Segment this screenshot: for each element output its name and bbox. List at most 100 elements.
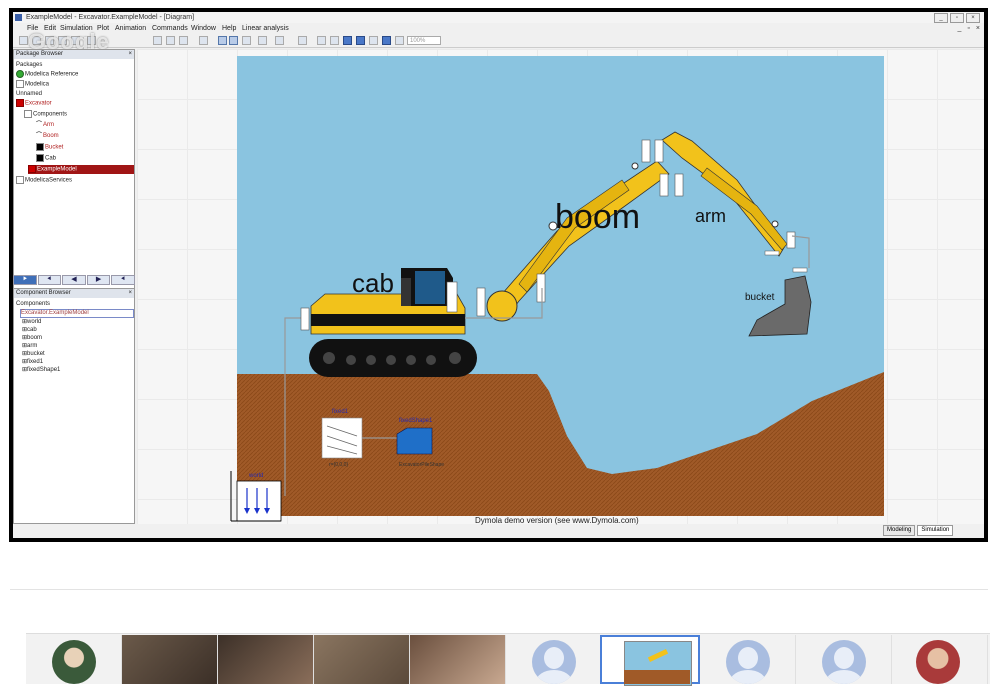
component-item-fixed1[interactable]: ⊞fixed1 [22,358,43,366]
cab-icon [36,154,44,162]
component-browser: Component Browser × Components Excavator… [13,288,135,524]
component-label: bucket [27,351,45,357]
tree-item-modelica-reference[interactable]: Modelica Reference [16,70,78,79]
component-label: world [27,319,42,325]
cab-label: cab [352,268,394,298]
menu-animation[interactable]: Animation [115,23,146,34]
component-item-world[interactable]: ⊞world [22,318,41,326]
menu-help[interactable]: Help [222,23,236,34]
menu-linear-analysis[interactable]: Linear analysis [242,23,289,34]
participant-video-3[interactable] [218,635,314,684]
menu-bar: File Edit Simulation Plot Animation Comm… [13,23,984,34]
tree-item-label: Modelica [25,81,50,88]
tree-item-label: ExampleModel [37,166,77,173]
title-bar: ExampleModel - Excavator.ExampleModel - … [13,12,984,23]
close-button[interactable]: × [966,13,980,23]
component-label: arm [27,343,38,349]
tab-simulation[interactable]: Simulation [917,525,954,536]
new-icon[interactable] [19,36,28,45]
tree-item-components[interactable]: Components [24,110,67,119]
tree-item-arm[interactable]: ⌒Arm [36,121,54,129]
diagram-canvas[interactable]: fixed1 r={0,0,0} fixedShape1 ExcavatorPi… [137,49,984,524]
nav-forward-button[interactable]: ▶ [86,275,111,285]
model-icon [28,165,36,173]
doc-close-button[interactable]: × [976,23,980,34]
diagram-mode-icon[interactable] [298,36,307,45]
tree-item-unnamed[interactable]: Unnamed [16,90,42,98]
align-icon[interactable] [242,36,251,45]
window-title: ExampleModel - Excavator.ExampleModel - … [26,14,195,21]
participant-strip [26,633,990,686]
avatar [916,640,960,684]
back-icon[interactable] [317,36,326,45]
package-icon [16,70,24,78]
participant-screenshare[interactable] [600,635,700,686]
nav-back-button[interactable]: ◀ [62,275,86,285]
frame-icon[interactable] [258,36,267,45]
participant-thumb-1[interactable] [26,635,122,684]
package-browser: Package Browser × Packages Modelica Refe… [13,49,135,289]
forward-icon[interactable] [330,36,339,45]
tree-item-modelica-services[interactable]: ModelicaServices [16,176,72,185]
tree-item-modelica[interactable]: Modelica [16,80,49,89]
line-color-icon[interactable] [179,36,188,45]
participant-video-5[interactable] [410,635,506,684]
tree-item-cab[interactable]: Cab [36,154,56,163]
used-classes-icon[interactable] [395,36,404,45]
participant-thumb-8[interactable] [700,635,796,684]
close-icon[interactable]: × [128,289,132,298]
zoom-field[interactable]: 100% [407,36,441,45]
component-item-cab[interactable]: ⊞cab [22,326,37,334]
tree-item-label: Cab [45,155,57,162]
doc-minimize-button[interactable]: _ [958,23,962,34]
excavator-diagram: fixed1 r={0,0,0} fixedShape1 ExcavatorPi… [230,56,884,522]
tree-item-label: Boom [43,133,59,139]
grid-icon[interactable] [218,36,227,45]
participant-video-4[interactable] [314,635,410,684]
default-avatar-icon [532,640,576,684]
package-browser-title-text: Package Browser [16,51,64,57]
tree-item-boom[interactable]: ⌒Boom [36,132,59,140]
documentation-layer-icon[interactable] [369,36,378,45]
doc-restore-button[interactable]: ▫ [967,23,969,34]
fill-color-icon[interactable] [199,36,208,45]
participant-thumb-10[interactable] [892,635,988,684]
package-icon [24,110,32,118]
tab-modeling[interactable]: Modeling [883,525,916,536]
tree-item-label: Modelica Reference [25,71,79,78]
rectangle-icon[interactable] [166,36,175,45]
select-icon[interactable] [229,36,238,45]
maximize-button[interactable]: ▫ [950,13,964,23]
tree-item-bucket[interactable]: Bucket [36,143,63,152]
tree-item-label: Arm [43,122,54,128]
close-icon[interactable]: × [128,50,132,59]
fixedshape1-sublabel: ExcavatorPileShape [399,462,444,468]
minimize-button[interactable]: _ [934,13,948,23]
participant-thumb-9[interactable] [796,635,892,684]
component-item-fixedshape1[interactable]: ⊞fixedShape1 [22,366,60,374]
nav-button-5[interactable]: ⯇ [111,275,135,285]
component-item-bucket[interactable]: ⊞bucket [22,350,45,358]
tree-item-example-model[interactable]: ExampleModel [28,165,134,174]
browser-nav: ⯈ ⯇ ◀ ▶ ⯇ [13,275,135,285]
dymola-window: ExampleModel - Excavator.ExampleModel - … [13,12,984,538]
component-item-arm[interactable]: ⊞arm [22,342,37,350]
tree-item-excavator[interactable]: Excavator [16,99,52,108]
nav-button-2[interactable]: ⯇ [37,275,62,285]
menu-commands[interactable]: Commands [152,23,188,34]
nav-button-1[interactable]: ⯈ [13,275,37,285]
component-label: fixed1 [27,359,44,365]
arm-label: arm [695,206,726,226]
menu-window[interactable]: Window [191,23,216,34]
diagram-layer-icon[interactable] [356,36,365,45]
participant-video-2[interactable] [122,635,218,684]
icon-layer-icon[interactable] [343,36,352,45]
selected-component[interactable]: Excavator.ExampleModel [20,309,134,318]
line-icon[interactable] [153,36,162,45]
check-icon[interactable] [275,36,284,45]
component-item-boom[interactable]: ⊞boom [22,334,42,342]
modelica-text-icon[interactable] [382,36,391,45]
avatar [52,640,96,684]
participant-thumb-6[interactable] [506,635,602,684]
fixedshape1-label: fixedShape1 [399,418,433,424]
